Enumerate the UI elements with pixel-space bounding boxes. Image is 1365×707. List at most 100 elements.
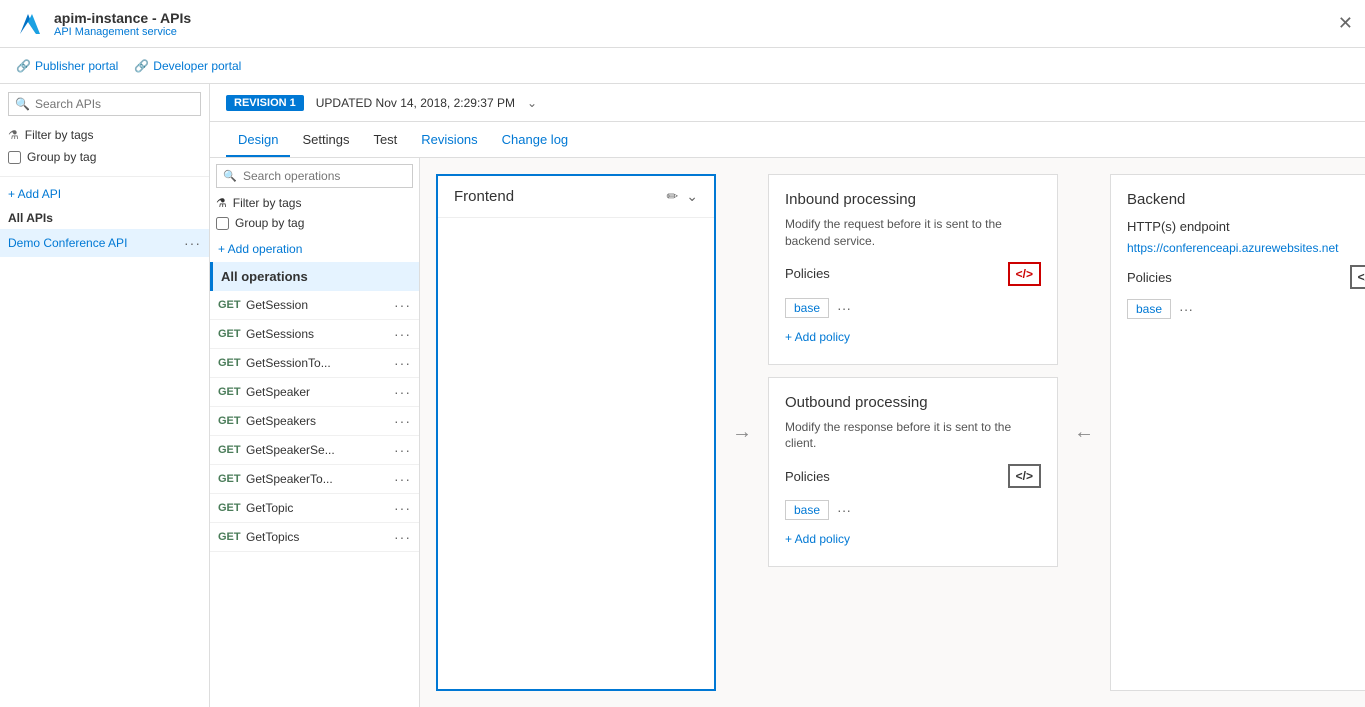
backend-base-tag[interactable]: base: [1127, 299, 1171, 319]
operation-item-gettopic[interactable]: GET GetTopic ···: [210, 494, 419, 523]
all-operations-item[interactable]: All operations: [210, 262, 419, 291]
sidebar-search-container: 🔍: [8, 92, 201, 116]
ops-group-by: Group by tag: [210, 212, 419, 236]
backend-panel: Backend HTTP(s) endpoint ✏ https://confe…: [1110, 174, 1365, 691]
revision-updated: UPDATED Nov 14, 2018, 2:29:37 PM: [316, 96, 515, 110]
tab-test[interactable]: Test: [361, 124, 409, 157]
revision-chevron-icon[interactable]: ⌄: [527, 96, 537, 110]
op-more-getspeaker[interactable]: ···: [394, 384, 411, 400]
operation-item-getspeakerto[interactable]: GET GetSpeakerTo... ···: [210, 465, 419, 494]
inbound-policy-more[interactable]: ···: [837, 300, 851, 316]
developer-portal-link[interactable]: 🔗 Developer portal: [134, 59, 241, 73]
title-text: apim-instance - APIs API Management serv…: [54, 10, 191, 38]
tab-revisions[interactable]: Revisions: [409, 124, 489, 157]
operation-item-getsession[interactable]: GET GetSession ···: [210, 291, 419, 320]
inbound-add-policy-button[interactable]: + Add policy: [785, 326, 1041, 348]
sidebar-group-by-label: Group by tag: [27, 150, 96, 164]
op-more-getsessions[interactable]: ···: [394, 326, 411, 342]
operations-panel: 🔍 ⚗ Filter by tags Group by tag + Add op…: [210, 158, 420, 707]
ops-group-by-checkbox[interactable]: [216, 217, 229, 230]
operation-item-getsessionto[interactable]: GET GetSessionTo... ···: [210, 349, 419, 378]
operation-item-getspeakerse[interactable]: GET GetSpeakerSe... ···: [210, 436, 419, 465]
search-operations-input[interactable]: [216, 164, 413, 188]
op-more-gettopic[interactable]: ···: [394, 500, 411, 516]
inbound-add-policy-label: + Add policy: [785, 330, 850, 344]
op-more-getspeakerto[interactable]: ···: [394, 471, 411, 487]
api-list-item[interactable]: Demo Conference API ···: [0, 229, 209, 257]
outbound-policy-more[interactable]: ···: [837, 502, 851, 518]
developer-portal-label: Developer portal: [153, 59, 241, 73]
inbound-base-tag[interactable]: base: [785, 298, 829, 318]
frontend-chevron-icon[interactable]: ⌄: [686, 188, 698, 205]
add-api-button[interactable]: + Add API: [0, 181, 209, 207]
inbound-code-icon-button[interactable]: </>: [1008, 262, 1041, 286]
op-more-getsession[interactable]: ···: [394, 297, 411, 313]
azure-logo: [12, 8, 44, 40]
operation-item-gettopics[interactable]: GET GetTopics ···: [210, 523, 419, 552]
inbound-policy-row: base ···: [785, 298, 1041, 318]
op-name-getspeakers: GetSpeakers: [246, 414, 394, 428]
op-method-getspeakers: GET: [218, 415, 246, 427]
api-item-more[interactable]: ···: [184, 235, 201, 251]
op-more-gettopics[interactable]: ···: [394, 529, 411, 545]
operation-item-getspeakers[interactable]: GET GetSpeakers ···: [210, 407, 419, 436]
op-name-gettopic: GetTopic: [246, 501, 394, 515]
ops-filter[interactable]: ⚗ Filter by tags: [210, 194, 419, 212]
frontend-edit-icon[interactable]: ✏: [667, 188, 679, 205]
sidebar-search-icon: 🔍: [15, 97, 30, 111]
backend-title: Backend: [1127, 191, 1365, 208]
ops-group-by-label: Group by tag: [235, 216, 304, 230]
sidebar-divider: [0, 176, 209, 177]
backend-http-endpoint-label: HTTP(s) endpoint: [1127, 219, 1230, 234]
op-name-getspeakerse: GetSpeakerSe...: [246, 443, 394, 457]
all-apis-label: All APIs: [0, 207, 209, 229]
inbound-policies-label: Policies: [785, 266, 830, 281]
outbound-add-policy-label: + Add policy: [785, 532, 850, 546]
content-area: REVISION 1 UPDATED Nov 14, 2018, 2:29:37…: [210, 84, 1365, 707]
filter-icon: ⚗: [8, 128, 19, 142]
outbound-code-icon-button[interactable]: </>: [1008, 464, 1041, 488]
app-title: apim-instance - APIs: [54, 10, 191, 26]
backend-policy-more[interactable]: ···: [1179, 301, 1193, 317]
outbound-arrow-left: ←: [1074, 174, 1094, 691]
backend-policies-row: Policies </>: [1127, 265, 1365, 289]
all-operations-label: All operations: [221, 269, 308, 284]
main-layout: 🔍 ⚗ Filter by tags Group by tag + Add AP…: [0, 84, 1365, 707]
ops-search-icon: 🔍: [223, 170, 237, 183]
sidebar: 🔍 ⚗ Filter by tags Group by tag + Add AP…: [0, 84, 210, 707]
op-more-getsessionto[interactable]: ···: [394, 355, 411, 371]
outbound-add-policy-button[interactable]: + Add policy: [785, 528, 1041, 550]
op-name-getspeakerto: GetSpeakerTo...: [246, 472, 394, 486]
outbound-base-tag[interactable]: base: [785, 500, 829, 520]
arrow-left-icon: ←: [1074, 421, 1094, 444]
outbound-policies-label: Policies: [785, 469, 830, 484]
operation-item-getspeaker[interactable]: GET GetSpeaker ···: [210, 378, 419, 407]
tab-changelog[interactable]: Change log: [490, 124, 581, 157]
developer-portal-icon: 🔗: [134, 59, 149, 73]
add-operation-button[interactable]: + Add operation: [210, 236, 310, 262]
search-apis-input[interactable]: [8, 92, 201, 116]
sidebar-filter[interactable]: ⚗ Filter by tags: [0, 124, 209, 146]
operation-item-getsessions[interactable]: GET GetSessions ···: [210, 320, 419, 349]
op-more-getspeakerse[interactable]: ···: [394, 442, 411, 458]
outbound-policies-row: Policies </>: [785, 464, 1041, 488]
tab-design[interactable]: Design: [226, 124, 290, 157]
backend-url: https://conferenceapi.azurewebsites.net: [1127, 241, 1365, 255]
sidebar-group-by: Group by tag: [0, 146, 209, 172]
backend-code-icon-button[interactable]: </>: [1350, 265, 1365, 289]
op-method-getsessions: GET: [218, 328, 246, 340]
publisher-portal-link[interactable]: 🔗 Publisher portal: [16, 59, 118, 73]
backend-policies-section: Policies </> base ···: [1127, 265, 1365, 319]
design-area: 🔍 ⚗ Filter by tags Group by tag + Add op…: [210, 158, 1365, 707]
close-button[interactable]: ✕: [1338, 13, 1353, 34]
inbound-description: Modify the request before it is sent to …: [785, 216, 1041, 250]
op-more-getspeakers[interactable]: ···: [394, 413, 411, 429]
design-canvas: Frontend ✏ ⌄ → Inbound processing: [420, 158, 1365, 707]
frontend-panel: Frontend ✏ ⌄: [436, 174, 716, 691]
op-method-getsessionto: GET: [218, 357, 246, 369]
group-by-checkbox[interactable]: [8, 151, 21, 164]
title-bar-left: apim-instance - APIs API Management serv…: [12, 8, 191, 40]
op-name-gettopics: GetTopics: [246, 530, 394, 544]
inbound-arrow-right: →: [732, 174, 752, 691]
tab-settings[interactable]: Settings: [290, 124, 361, 157]
